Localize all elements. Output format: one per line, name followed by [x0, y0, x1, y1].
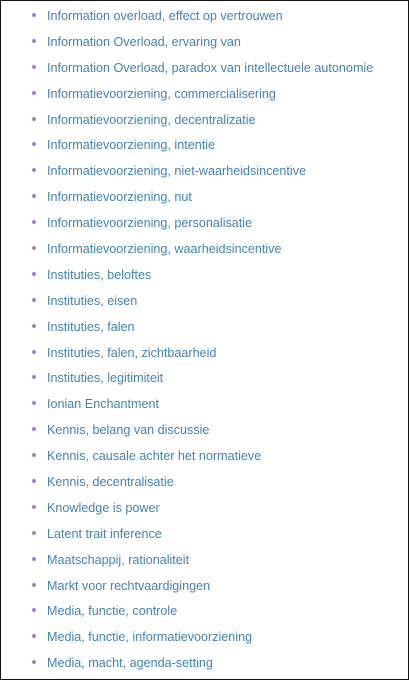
topic-link[interactable]: Media, functie, controle	[47, 604, 177, 618]
topic-link[interactable]: Informatievoorziening, commercialisering	[47, 87, 276, 101]
index-list-panel: Information overload, effect op vertrouw…	[0, 0, 409, 680]
list-item: Instituties, legitimiteit	[1, 366, 408, 392]
list-item: Kennis, belang van discussie	[1, 418, 408, 444]
bullet-icon	[32, 13, 36, 17]
bullet-icon	[32, 349, 36, 354]
topic-link[interactable]: Maatschappij, rationaliteit	[47, 553, 189, 567]
topic-link[interactable]: Markt voor rechtvaardigingen	[47, 579, 210, 593]
bullet-icon	[32, 246, 36, 251]
topic-link[interactable]: Kennis, decentralisatie	[47, 475, 174, 489]
list-item: Informatievoorziening, niet-waarheidsinc…	[1, 159, 408, 185]
topic-link[interactable]: Informatievoorziening, personalisatie	[47, 216, 252, 230]
topic-link[interactable]: Information overload, effect op vertrouw…	[47, 9, 283, 23]
list-item: Informatievoorziening, intentie	[1, 133, 408, 159]
topic-link[interactable]: Instituties, beloftes	[47, 268, 151, 282]
list-item: Instituties, beloftes	[1, 263, 408, 289]
list-item: Latent trait inference	[1, 522, 408, 548]
list-item: Information Overload, paradox van intell…	[1, 56, 408, 82]
bullet-icon	[32, 530, 36, 535]
list-item: Media, functie, controle	[1, 599, 408, 625]
list-item: Information Overload, ervaring van	[1, 30, 408, 56]
bullet-icon	[32, 453, 36, 458]
list-item: Instituties, falen	[1, 315, 408, 341]
topic-link[interactable]: Informatievoorziening, nut	[47, 190, 192, 204]
bullet-icon	[32, 375, 36, 380]
topic-link[interactable]: Media, functie, informatievoorziening	[47, 630, 252, 644]
list-item: Kennis, causale achter het normatieve	[1, 444, 408, 470]
list-item: Media, functie, informatievoorziening	[1, 625, 408, 651]
bullet-icon	[32, 220, 36, 225]
bullet-icon	[32, 116, 36, 121]
list-item: Informatievoorziening, decentralizatie	[1, 108, 408, 134]
topic-link[interactable]: Knowledge is power	[47, 501, 160, 515]
list-item: Knowledge is power	[1, 496, 408, 522]
bullet-icon	[32, 608, 36, 613]
topic-link[interactable]: Informatievoorziening, decentralizatie	[47, 113, 256, 127]
list-item: Informatievoorziening, personalisatie	[1, 211, 408, 237]
topic-link[interactable]: Instituties, eisen	[47, 294, 137, 308]
list-item: Maatschappij, rationaliteit	[1, 548, 408, 574]
bullet-icon	[32, 401, 36, 406]
list-item: Informatievoorziening, waarheidsincentiv…	[1, 237, 408, 263]
topic-link[interactable]: Instituties, falen	[47, 320, 135, 334]
list-item: Informatievoorziening, commercialisering	[1, 82, 408, 108]
topic-link[interactable]: Informatievoorziening, intentie	[47, 138, 215, 152]
bullet-icon	[32, 582, 36, 587]
list-item: Markt voor rechtvaardigingen	[1, 574, 408, 600]
list-item: Instituties, falen, zichtbaarheid	[1, 341, 408, 367]
list-item: Media, macht, agenda-setting	[1, 651, 408, 677]
topic-list: Information overload, effect op vertrouw…	[1, 4, 408, 677]
topic-link[interactable]: Information Overload, paradox van intell…	[47, 61, 373, 75]
bullet-icon	[32, 504, 36, 509]
topic-link[interactable]: Instituties, legitimiteit	[47, 371, 163, 385]
bullet-icon	[32, 271, 36, 276]
list-item: Information overload, effect op vertrouw…	[1, 4, 408, 30]
bullet-icon	[32, 38, 36, 43]
bullet-icon	[32, 323, 36, 328]
list-item: Instituties, eisen	[1, 289, 408, 315]
bullet-icon	[32, 634, 36, 639]
list-item: Informatievoorziening, nut	[1, 185, 408, 211]
topic-link[interactable]: Latent trait inference	[47, 527, 162, 541]
topic-link[interactable]: Kennis, belang van discussie	[47, 423, 209, 437]
bullet-icon	[32, 297, 36, 302]
topic-link[interactable]: Informatievoorziening, niet-waarheidsinc…	[47, 164, 306, 178]
bullet-icon	[32, 556, 36, 561]
bullet-icon	[32, 427, 36, 432]
bullet-icon	[32, 64, 36, 69]
topic-link[interactable]: Ionian Enchantment	[47, 397, 159, 411]
topic-link[interactable]: Kennis, causale achter het normatieve	[47, 449, 261, 463]
bullet-icon	[32, 168, 36, 173]
bullet-icon	[32, 90, 36, 95]
bullet-icon	[32, 660, 36, 665]
bullet-icon	[32, 479, 36, 484]
topic-link[interactable]: Instituties, falen, zichtbaarheid	[47, 346, 216, 360]
topic-link[interactable]: Informatievoorziening, waarheidsincentiv…	[47, 242, 282, 256]
topic-link[interactable]: Media, macht, agenda-setting	[47, 656, 213, 670]
list-item: Kennis, decentralisatie	[1, 470, 408, 496]
bullet-icon	[32, 142, 36, 147]
bullet-icon	[32, 194, 36, 199]
list-item: Ionian Enchantment	[1, 392, 408, 418]
topic-link[interactable]: Information Overload, ervaring van	[47, 35, 241, 49]
